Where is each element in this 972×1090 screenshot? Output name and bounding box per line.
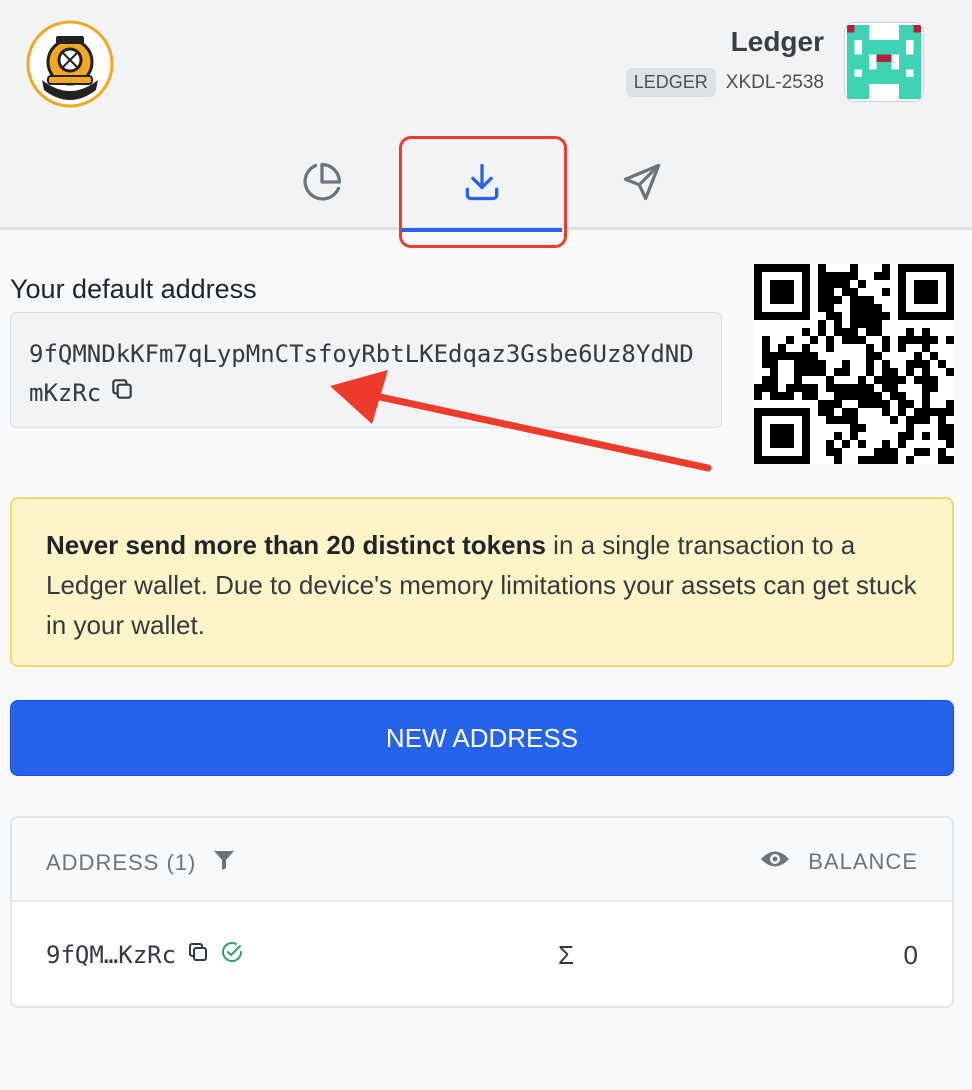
row-balance: 0 [903, 940, 918, 970]
balance-header-label: BALANCE [808, 849, 918, 874]
tab-receive[interactable] [402, 140, 562, 230]
app-header: Ledger LEDGER XKDL-2538 [0, 0, 972, 232]
balance-column-header: BALANCE [760, 848, 918, 876]
copy-icon[interactable] [109, 375, 135, 414]
app-logo [26, 20, 114, 108]
address-table: ADDRESS (1) BALANCE 9fQM…KzRc Σ 0 [10, 816, 954, 1008]
row-address-cell: 9fQM…KzRc [46, 940, 244, 970]
pie-chart-icon [300, 160, 344, 230]
table-row[interactable]: 9fQM…KzRc Σ 0 [12, 904, 952, 1006]
warning-bold-text: Never send more than 20 distinct tokens [46, 530, 546, 560]
address-header-label: ADDRESS (1) [46, 850, 197, 875]
row-address: 9fQM…KzRc [46, 941, 177, 969]
send-icon [620, 160, 664, 230]
wallet-avatar[interactable] [844, 22, 924, 102]
wallet-name: Ledger [730, 26, 824, 57]
wallet-id: XKDL-2538 [725, 71, 824, 93]
default-address-label: Your default address [10, 274, 257, 304]
new-address-button[interactable]: NEW ADDRESS [10, 700, 954, 776]
address-qr-code [754, 264, 954, 464]
copy-icon[interactable] [186, 940, 210, 970]
wallet-meta: LEDGER XKDL-2538 [625, 68, 824, 97]
tab-send[interactable] [562, 140, 722, 230]
active-tab-indicator [402, 228, 562, 232]
wallet-type-badge: LEDGER [625, 68, 716, 97]
table-header: ADDRESS (1) BALANCE [12, 818, 952, 902]
ledger-warning-alert: Never send more than 20 distinct tokens … [10, 497, 954, 667]
row-token-symbol: Σ [558, 940, 575, 970]
address-column-header: ADDRESS (1) [46, 848, 236, 878]
filter-icon[interactable] [212, 848, 236, 878]
tab-overview[interactable] [242, 140, 402, 230]
eye-icon[interactable] [760, 848, 790, 876]
download-icon [460, 160, 504, 230]
tab-bar [0, 140, 972, 232]
default-address-box: 9fQMNDkKFm7qLypMnCTsfoyRbtLKEdqaz3Gsbe6U… [10, 312, 722, 428]
verified-check-icon [220, 940, 244, 970]
